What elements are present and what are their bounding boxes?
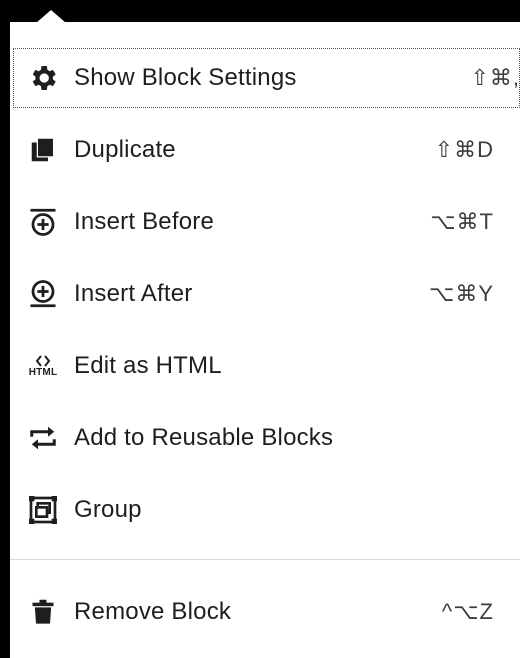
duplicate-icon (26, 133, 60, 167)
menu-item-shortcut: ⇧⌘D (434, 137, 494, 162)
gear-icon (26, 61, 60, 95)
html-icon: HTML (26, 349, 60, 383)
menu-item-label: Duplicate (74, 136, 176, 163)
menu-item-insert-after[interactable]: Insert After ⌥⌘Y (10, 264, 520, 324)
menu-item-shortcut: ⌥⌘T (430, 209, 494, 234)
menu-item-shortcut: ⇧⌘, (470, 65, 520, 90)
insert-before-icon (26, 205, 60, 239)
menu-item-label: Show Block Settings (74, 64, 297, 91)
block-settings-menu: Show Block Settings ⇧⌘, Duplicate ⇧⌘D In… (10, 22, 520, 658)
menu-item-label: Insert Before (74, 208, 215, 235)
menu-item-label: Edit as HTML (74, 352, 222, 379)
menu-item-group[interactable]: Group (10, 480, 520, 540)
menu-item-add-to-reusable-blocks[interactable]: Add to Reusable Blocks (10, 408, 520, 468)
menu-separator (10, 559, 520, 560)
menu-item-insert-before[interactable]: Insert Before ⌥⌘T (10, 192, 520, 252)
menu-item-duplicate[interactable]: Duplicate ⇧⌘D (10, 120, 520, 180)
trash-icon (26, 595, 60, 629)
insert-after-icon (26, 277, 60, 311)
menu-item-remove-block[interactable]: Remove Block ^⌥Z (10, 582, 520, 642)
menu-item-label: Remove Block (74, 598, 232, 625)
menu-item-shortcut: ⌥⌘Y (428, 281, 494, 306)
menu-item-label: Group (74, 496, 142, 523)
reusable-icon (26, 421, 60, 455)
menu-item-label: Insert After (74, 280, 193, 307)
menu-item-show-block-settings[interactable]: Show Block Settings ⇧⌘, (13, 48, 520, 108)
menu-item-edit-as-html[interactable]: HTML Edit as HTML (10, 336, 520, 396)
menu-item-label: Add to Reusable Blocks (74, 424, 334, 451)
menu-item-shortcut: ^⌥Z (441, 599, 494, 624)
group-icon (26, 493, 60, 527)
